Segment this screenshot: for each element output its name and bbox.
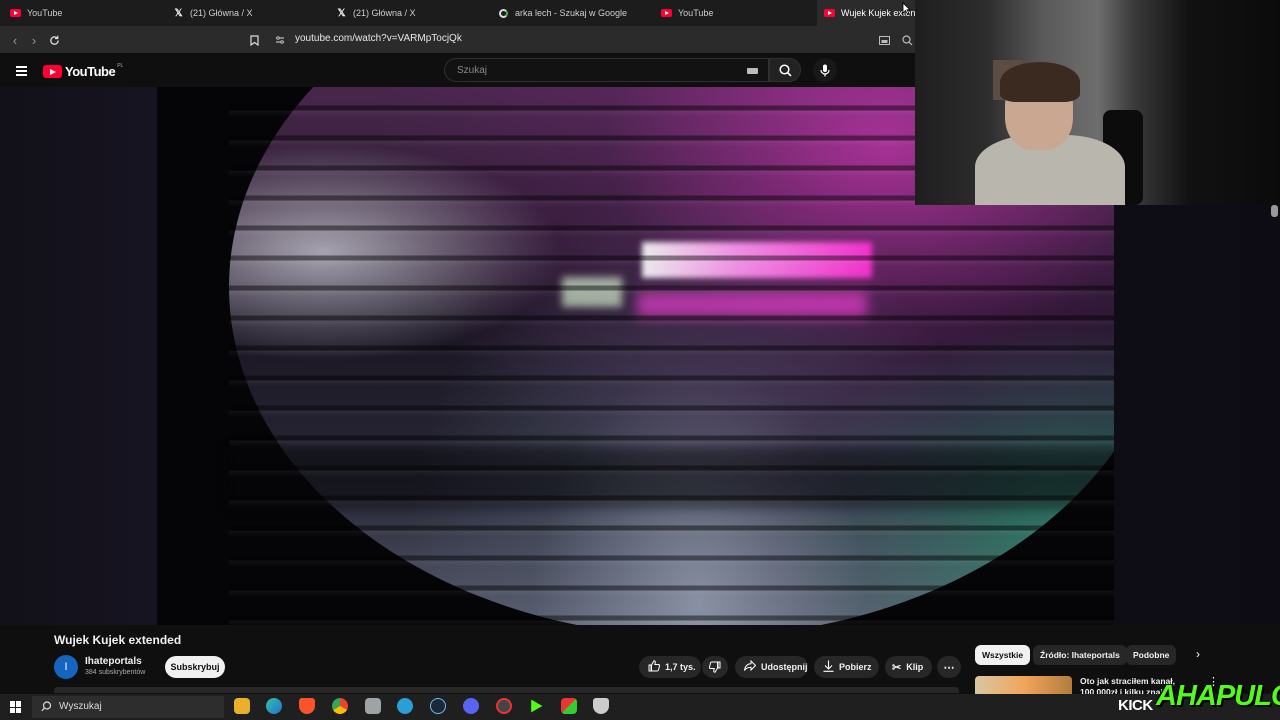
x-icon: 𝕏: [337, 7, 346, 19]
more-icon: ⋯: [943, 661, 955, 674]
thumbs-up-icon: [648, 659, 661, 675]
youtube-icon: [661, 8, 672, 19]
webcam-person-hair: [1000, 62, 1080, 102]
share-icon: [744, 659, 757, 674]
scrollbar-thumb[interactable]: [1271, 205, 1278, 217]
url-text[interactable]: youtube.com/watch?v=VARMpTocjQk: [295, 33, 462, 44]
chip-from-channel[interactable]: Źródło: Ihateportals: [1033, 645, 1127, 665]
country-code: PL: [117, 62, 124, 69]
share-label: Udostępnij: [761, 662, 808, 672]
streamer-watermark: AHAPULCO: [1156, 680, 1280, 712]
menu-icon[interactable]: [16, 66, 27, 78]
tab-active-video[interactable]: Wujek Kujek extended: [817, 0, 915, 26]
tab-youtube-2[interactable]: YouTube: [661, 0, 811, 26]
download-icon: [823, 660, 834, 675]
youtube-icon: [10, 8, 21, 19]
scissors-icon: ✂: [892, 661, 902, 674]
channel-name[interactable]: Ihateportals: [85, 656, 142, 667]
bookmark-button[interactable]: [245, 31, 263, 49]
subscribe-button[interactable]: Subskrybuj: [165, 656, 225, 678]
taskbar-search-label: Wyszukaj: [59, 701, 102, 712]
edge-icon[interactable]: [266, 698, 282, 714]
webcam-overlay: [915, 0, 1280, 205]
search-input[interactable]: [455, 64, 739, 77]
back-button[interactable]: ‹: [6, 31, 24, 49]
chip-related[interactable]: Podobne: [1126, 645, 1177, 665]
search-icon: [778, 63, 792, 77]
like-count: 1,7 tys.: [665, 662, 696, 672]
tab-title: YouTube: [678, 8, 714, 18]
description-box[interactable]: [54, 687, 959, 693]
youtube-logo[interactable]: YouTube PL: [43, 62, 124, 79]
site-settings-icon[interactable]: [271, 31, 289, 49]
tab-title: (21) Główna / X: [190, 8, 253, 18]
reload-icon: [49, 35, 59, 45]
microphone-icon: [820, 64, 830, 76]
file-explorer-icon[interactable]: [234, 698, 250, 714]
thumbs-down-icon: [709, 661, 721, 673]
tab-x-1[interactable]: 𝕏 (21) Główna / X: [173, 0, 323, 26]
utility-app-icon[interactable]: [561, 698, 577, 714]
keyboard-icon[interactable]: [747, 68, 758, 74]
steam-icon[interactable]: [430, 698, 446, 714]
tab-title: YouTube: [27, 8, 63, 18]
youtube-play-icon: [43, 65, 62, 78]
recommended-video-thumbnail[interactable]: [975, 676, 1072, 696]
taskbar-search-box[interactable]: Wyszukaj: [32, 696, 224, 718]
subscriber-count: 384 subskrybentów: [85, 669, 146, 676]
browser-address-bar: ‹ › youtube.com/watch?v=VARMpTocjQk: [0, 26, 920, 53]
search-icon: [41, 701, 52, 712]
zoom-icon[interactable]: [898, 31, 916, 49]
voice-search-button[interactable]: [813, 58, 837, 82]
reload-button[interactable]: [45, 31, 63, 49]
video-title: Wujek Kujek extended: [54, 633, 182, 647]
like-button[interactable]: 1,7 tys.: [639, 656, 701, 678]
obs-icon[interactable]: [496, 698, 512, 714]
chip-all[interactable]: Wszystkie: [975, 645, 1031, 665]
tab-x-2[interactable]: 𝕏 (21) Główna / X: [336, 0, 486, 26]
windows-start-icon[interactable]: [10, 701, 22, 713]
shield-app-icon[interactable]: [593, 698, 609, 714]
share-button[interactable]: Udostępnij: [735, 656, 808, 678]
search-button[interactable]: [769, 58, 801, 82]
brave-icon[interactable]: [299, 698, 315, 714]
tab-youtube-1[interactable]: YouTube: [10, 0, 160, 26]
logo-text: YouTube: [65, 64, 116, 79]
app-icon[interactable]: [365, 698, 381, 714]
tab-google[interactable]: arka lech - Szukaj w Google: [498, 0, 648, 26]
search-box: [444, 58, 769, 82]
bookmark-icon: [249, 34, 259, 46]
dislike-button[interactable]: [702, 656, 728, 678]
channel-avatar[interactable]: I: [54, 655, 78, 679]
tab-title: arka lech - Szukaj w Google: [515, 8, 628, 18]
chrome-icon[interactable]: [332, 698, 348, 714]
x-icon: 𝕏: [174, 7, 183, 19]
download-label: Pobierz: [839, 662, 872, 672]
kick-watermark: KICK: [1118, 697, 1153, 714]
reader-mode-icon[interactable]: [875, 31, 893, 49]
download-button[interactable]: Pobierz: [814, 656, 879, 678]
discord-icon[interactable]: [463, 698, 479, 714]
forward-button[interactable]: ›: [25, 31, 43, 49]
ccleaner-icon[interactable]: [397, 698, 413, 714]
google-icon: [498, 8, 509, 19]
youtube-icon: [824, 8, 835, 19]
mouse-cursor-icon: [902, 2, 911, 15]
clip-label: Klip: [906, 662, 924, 672]
tab-title: (21) Główna / X: [353, 8, 416, 18]
clip-button[interactable]: ✂ Klip: [885, 656, 932, 678]
chevron-right-icon[interactable]: ›: [1196, 647, 1200, 661]
more-actions-button[interactable]: ⋯: [937, 656, 961, 678]
